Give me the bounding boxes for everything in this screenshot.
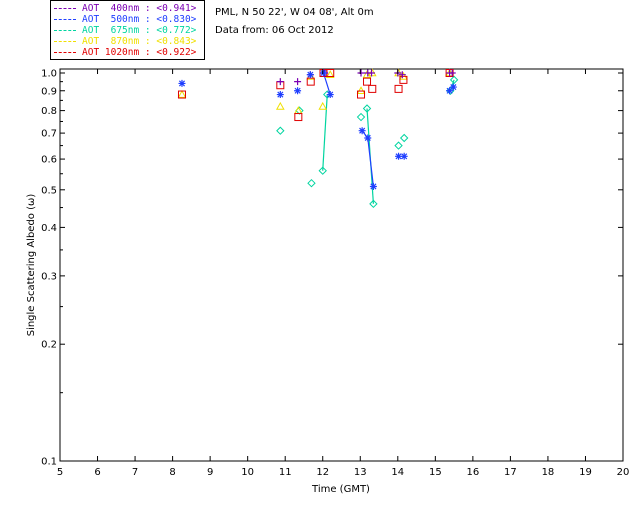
data-point [319, 69, 327, 77]
legend-item-675nm: AOT 675nm : <0.772> [51, 25, 204, 36]
data-point [368, 84, 377, 93]
data-point [449, 83, 457, 91]
x-tick-label: 9 [207, 467, 213, 478]
legend-swatch-870nm [54, 41, 76, 42]
data-point [178, 79, 186, 87]
data-point [394, 141, 403, 150]
data-point [294, 78, 302, 86]
x-tick-label: 12 [316, 467, 329, 478]
legend-swatch-500nm [54, 19, 76, 20]
data-point [364, 134, 372, 142]
y-tick-label: 1.0 [41, 69, 57, 80]
x-tick-label: 13 [354, 467, 367, 478]
data-point [356, 86, 366, 95]
data-points [177, 68, 459, 209]
legend-swatch-400nm [54, 8, 76, 9]
data-point [369, 182, 377, 190]
x-tick-label: 10 [241, 467, 254, 478]
data-point [294, 87, 302, 95]
x-tick-label: 18 [542, 467, 555, 478]
y-tick-label: 0.5 [41, 185, 57, 196]
x-tick-label: 16 [466, 467, 479, 478]
data-point [356, 112, 366, 122]
data-point [394, 84, 403, 93]
y-tick-label: 0.2 [41, 340, 57, 351]
axis-ticks: 5 6 7 8 9 10 11 12 13 14 15 16 17 18 19 20 0.1 0.2 0.3 0.4 0… [41, 69, 629, 479]
data-point [400, 152, 408, 160]
x-tick-label: 8 [169, 467, 175, 478]
date-info: Data from: 06 Oct 2012 [215, 25, 334, 36]
data-point [177, 90, 187, 98]
x-tick-label: 20 [617, 467, 630, 478]
x-tick-label: 5 [57, 467, 63, 478]
legend-label-500nm: AOT 500nm : <0.830> [82, 14, 197, 25]
data-point [363, 77, 372, 86]
x-tick-label: 15 [429, 467, 442, 478]
data-point [358, 127, 366, 135]
data-point [326, 91, 334, 99]
legend-swatch-675nm [54, 30, 76, 31]
data-point [318, 101, 328, 110]
chart-svg: 5 6 7 8 9 10 11 12 13 14 15 16 17 18 19 20 0.1 0.2 0.3 0.4 0… [26, 68, 629, 495]
y-tick-label: 0.6 [41, 155, 57, 166]
y-tick-label: 0.4 [41, 223, 57, 234]
data-point [276, 91, 284, 99]
data-point [276, 126, 285, 135]
legend: AOT 400nm : <0.941> AOT 500nm : <0.830> … [50, 0, 205, 60]
y-tick-label: 0.1 [41, 457, 57, 468]
x-tick-label: 14 [391, 467, 404, 478]
y-tick-label: 0.8 [41, 106, 57, 117]
data-point [275, 101, 285, 110]
x-tick-label: 17 [504, 467, 517, 478]
x-tick-label: 11 [279, 467, 292, 478]
y-tick-label: 0.9 [41, 86, 57, 97]
plot-frame [59, 68, 624, 462]
connecting-lines [322, 72, 455, 204]
legend-label-870nm: AOT 870nm : <0.843> [82, 36, 197, 47]
data-point [276, 78, 284, 86]
legend-item-870nm: AOT 870nm : <0.843> [51, 36, 204, 47]
legend-item-1020nm: AOT 1020nm : <0.922> [51, 47, 204, 58]
legend-swatch-1020nm [54, 52, 76, 53]
legend-label-1020nm: AOT 1020nm : <0.922> [82, 47, 197, 58]
x-tick-label: 6 [94, 467, 100, 478]
data-point [357, 69, 365, 77]
legend-label-675nm: AOT 675nm : <0.772> [82, 25, 197, 36]
site-info: PML, N 50 22', W 04 08', Alt 0m [215, 7, 374, 18]
data-point [294, 113, 303, 122]
y-tick-label: 0.3 [41, 271, 57, 282]
y-axis-label: Single Scattering Albedo (ω) [26, 194, 37, 337]
legend-item-400nm: AOT 400nm : <0.941> [51, 3, 204, 14]
legend-label-400nm: AOT 400nm : <0.941> [82, 3, 197, 14]
x-tick-label: 19 [579, 467, 592, 478]
y-tick-label: 0.7 [41, 129, 57, 140]
data-point [399, 133, 409, 143]
x-axis-label: Time (GMT) [311, 484, 370, 495]
data-point [307, 178, 316, 188]
data-point [306, 71, 314, 79]
legend-item-500nm: AOT 500nm : <0.830> [51, 14, 204, 25]
x-tick-label: 7 [132, 467, 138, 478]
